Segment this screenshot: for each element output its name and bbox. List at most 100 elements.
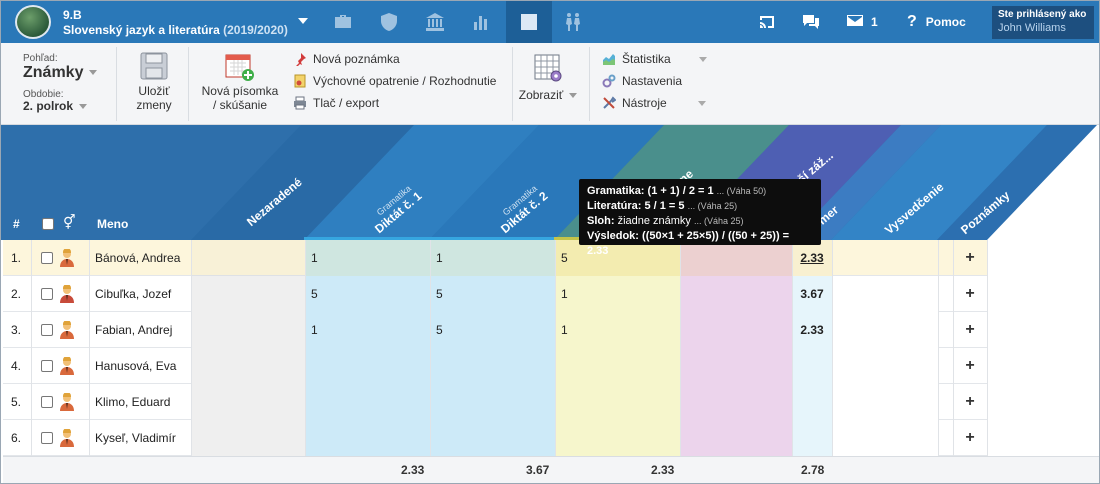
- stats-menu[interactable]: Štatistika: [602, 52, 707, 66]
- stats-icon: [602, 52, 616, 66]
- save-button[interactable]: Uložiť zmeny: [125, 51, 183, 112]
- col-name-label: Meno: [97, 217, 129, 231]
- grade-cell-test2[interactable]: [430, 348, 555, 384]
- tip-literature-weight: ... (Váha 25): [687, 201, 738, 211]
- student-name[interactable]: Hanusová, Eva: [95, 348, 193, 384]
- grade-cell-sloh[interactable]: [680, 420, 792, 456]
- grade-cell-sloh[interactable]: [680, 312, 792, 348]
- row-checkbox[interactable]: [41, 276, 57, 312]
- unassigned-cell[interactable]: [191, 384, 305, 420]
- student-name[interactable]: Kyseľ, Vladimír: [95, 420, 193, 456]
- student-name[interactable]: Klimo, Eduard: [95, 384, 193, 420]
- app-window: 9.B Slovenský jazyk a literatúra (2019/2…: [0, 0, 1100, 484]
- period-select[interactable]: 2. polrok: [23, 99, 88, 113]
- class-avatar[interactable]: [15, 5, 51, 39]
- grade-cell-test1[interactable]: 5: [305, 276, 430, 312]
- add-note-button[interactable]: +: [953, 420, 987, 456]
- student-avatar-icon: [59, 348, 79, 384]
- grade-cell-test2[interactable]: 5: [430, 312, 555, 348]
- subject-dropdown-icon[interactable]: [298, 18, 308, 24]
- row-checkbox[interactable]: [41, 240, 57, 276]
- add-note-button[interactable]: +: [953, 240, 987, 276]
- login-box[interactable]: Ste prihlásený ako John Williams: [992, 6, 1094, 39]
- view-label: Pohľad:: [23, 53, 58, 64]
- new-note-button[interactable]: Nová poznámka: [293, 52, 400, 67]
- report-card-cell[interactable]: [832, 312, 938, 348]
- tools-icon: [602, 96, 617, 110]
- footer-avg-literature: 2.33: [651, 463, 675, 477]
- grade-cell-test1[interactable]: [305, 348, 430, 384]
- grade-cell-test2[interactable]: 5: [430, 276, 555, 312]
- grade-cell-sloh[interactable]: [680, 384, 792, 420]
- grade-cell-test2[interactable]: [430, 420, 555, 456]
- new-test-label-1: Nová písomka: [201, 84, 279, 98]
- messages-button[interactable]: 1: [846, 1, 878, 43]
- average-cell[interactable]: [792, 420, 832, 456]
- row-checkbox[interactable]: [41, 384, 57, 420]
- institution-icon[interactable]: [412, 1, 458, 43]
- children-icon[interactable]: [550, 1, 596, 43]
- view-value: Známky: [23, 64, 84, 81]
- grade-cell-literature[interactable]: [555, 348, 680, 384]
- add-note-button[interactable]: +: [953, 384, 987, 420]
- average-cell[interactable]: [792, 348, 832, 384]
- select-all-checkbox[interactable]: [42, 218, 54, 230]
- shield-icon[interactable]: [366, 1, 412, 43]
- unassigned-cell[interactable]: [191, 420, 305, 456]
- settings-menu[interactable]: Nastavenia: [602, 74, 682, 88]
- report-card-cell[interactable]: [832, 348, 938, 384]
- add-note-button[interactable]: +: [953, 312, 987, 348]
- student-avatar-icon: [59, 240, 79, 276]
- report-card-cell[interactable]: [832, 240, 938, 276]
- row-checkbox[interactable]: [41, 312, 57, 348]
- grade-cell-literature[interactable]: 1: [555, 276, 680, 312]
- student-name[interactable]: Bánová, Andrea: [95, 240, 193, 276]
- chat-icon[interactable]: [802, 1, 820, 43]
- student-name[interactable]: Cibuľka, Jozef: [95, 276, 193, 312]
- grade-cell-test2[interactable]: [430, 384, 555, 420]
- row-checkbox[interactable]: [41, 420, 57, 456]
- col-name[interactable]: Meno: [97, 217, 128, 231]
- student-avatar-icon: [59, 276, 79, 312]
- add-note-button[interactable]: +: [953, 348, 987, 384]
- unassigned-cell[interactable]: [191, 276, 305, 312]
- view-select[interactable]: Známky: [23, 64, 98, 82]
- student-name[interactable]: Fabian, Andrej: [95, 312, 193, 348]
- table-row: 3. Fabian, Andrej 1 5 1 2.33 +: [3, 312, 987, 348]
- row-checkbox[interactable]: [41, 348, 57, 384]
- bar-chart-icon[interactable]: [458, 1, 504, 43]
- add-note-button[interactable]: +: [953, 276, 987, 312]
- grade-cell-test1[interactable]: [305, 420, 430, 456]
- report-card-cell[interactable]: [832, 384, 938, 420]
- measure-label: Výchovné opatrenie / Rozhodnutie: [313, 74, 497, 88]
- grade-cell-sloh[interactable]: [680, 348, 792, 384]
- grade-cell-test1[interactable]: [305, 384, 430, 420]
- grade-cell-test1[interactable]: 1: [305, 240, 430, 276]
- report-card-cell[interactable]: [832, 420, 938, 456]
- report-card-cell[interactable]: [832, 276, 938, 312]
- display-button[interactable]: Zobraziť: [517, 53, 579, 102]
- unassigned-cell[interactable]: [191, 312, 305, 348]
- measure-button[interactable]: Výchovné opatrenie / Rozhodnutie: [293, 74, 496, 88]
- new-test-button[interactable]: Nová písomka / skúšanie: [197, 51, 283, 112]
- average-cell[interactable]: 3.67: [792, 276, 832, 312]
- help-button[interactable]: ? Pomoc: [907, 1, 966, 43]
- unassigned-cell[interactable]: [191, 348, 305, 384]
- subject-title[interactable]: Slovenský jazyk a literatúra (2019/2020): [63, 23, 288, 37]
- grade-cell-sloh[interactable]: [680, 276, 792, 312]
- grade-cell-test1[interactable]: 1: [305, 312, 430, 348]
- grade-cell-literature[interactable]: [555, 420, 680, 456]
- grade-cell-literature[interactable]: [555, 384, 680, 420]
- unassigned-cell[interactable]: [191, 240, 305, 276]
- briefcase-icon[interactable]: [320, 1, 366, 43]
- average-cell[interactable]: [792, 384, 832, 420]
- grade-cell-test2[interactable]: 1: [430, 240, 555, 276]
- column-divider: [305, 240, 306, 456]
- grades-icon[interactable]: [506, 1, 552, 43]
- print-button[interactable]: Tlač / export: [293, 96, 379, 110]
- cast-icon[interactable]: [759, 1, 775, 43]
- average-cell[interactable]: 2.33: [792, 312, 832, 348]
- top-bar: 9.B Slovenský jazyk a literatúra (2019/2…: [1, 1, 1099, 43]
- tools-menu[interactable]: Nástroje: [602, 96, 706, 110]
- grade-cell-literature[interactable]: 1: [555, 312, 680, 348]
